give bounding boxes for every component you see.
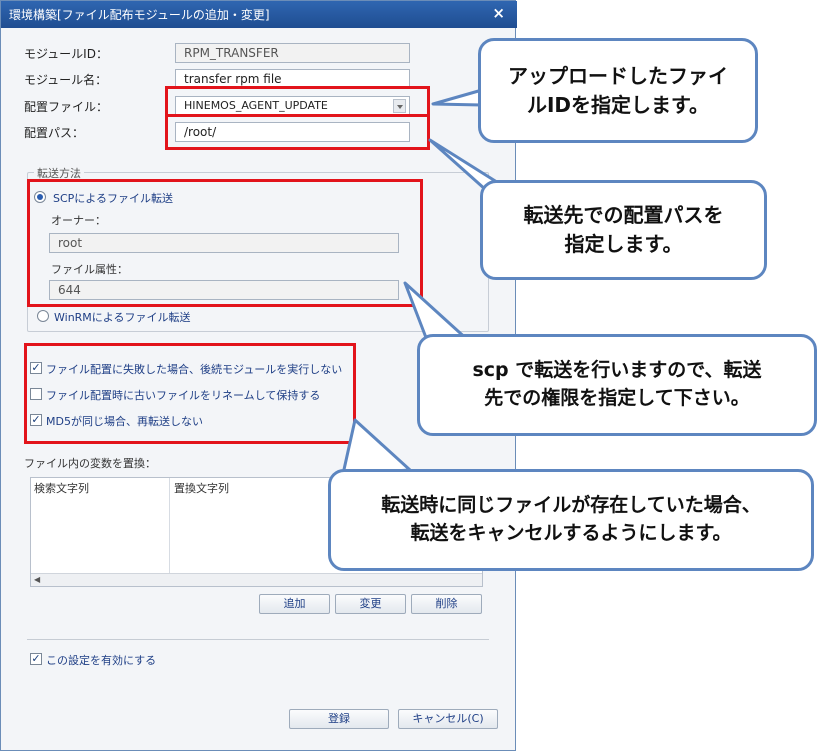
callout-md5-line1: 転送時に同じファイルが存在していた場合、	[381, 494, 761, 517]
callout-md5-line2: 転送をキャンセルするようにします。	[410, 522, 732, 544]
callout-deploy-path-line2: 指定します。	[564, 232, 683, 256]
callout-permissions-line2: 先での権限を指定して下さい。	[484, 387, 750, 409]
callout-deploy-path: 転送先での配置パスを 指定します。	[480, 180, 767, 280]
callout-permissions: scp で転送を行いますので、転送 先での権限を指定して下さい。	[417, 334, 817, 436]
callout-md5: 転送時に同じファイルが存在していた場合、 転送をキャンセルするようにします。	[328, 469, 814, 571]
tail-1	[431, 88, 484, 107]
callout-file-id-line2: ルIDを指定します。	[526, 92, 710, 117]
callout-file-id: アップロードしたファイ ルIDを指定します。	[478, 38, 758, 143]
callout-permissions-line1: scp で転送を行いますので、転送	[472, 359, 762, 382]
callout-file-id-line1: アップロードしたファイ	[508, 63, 728, 88]
tail-4	[341, 418, 412, 476]
callout-deploy-path-line1: 転送先での配置パスを	[523, 203, 724, 227]
